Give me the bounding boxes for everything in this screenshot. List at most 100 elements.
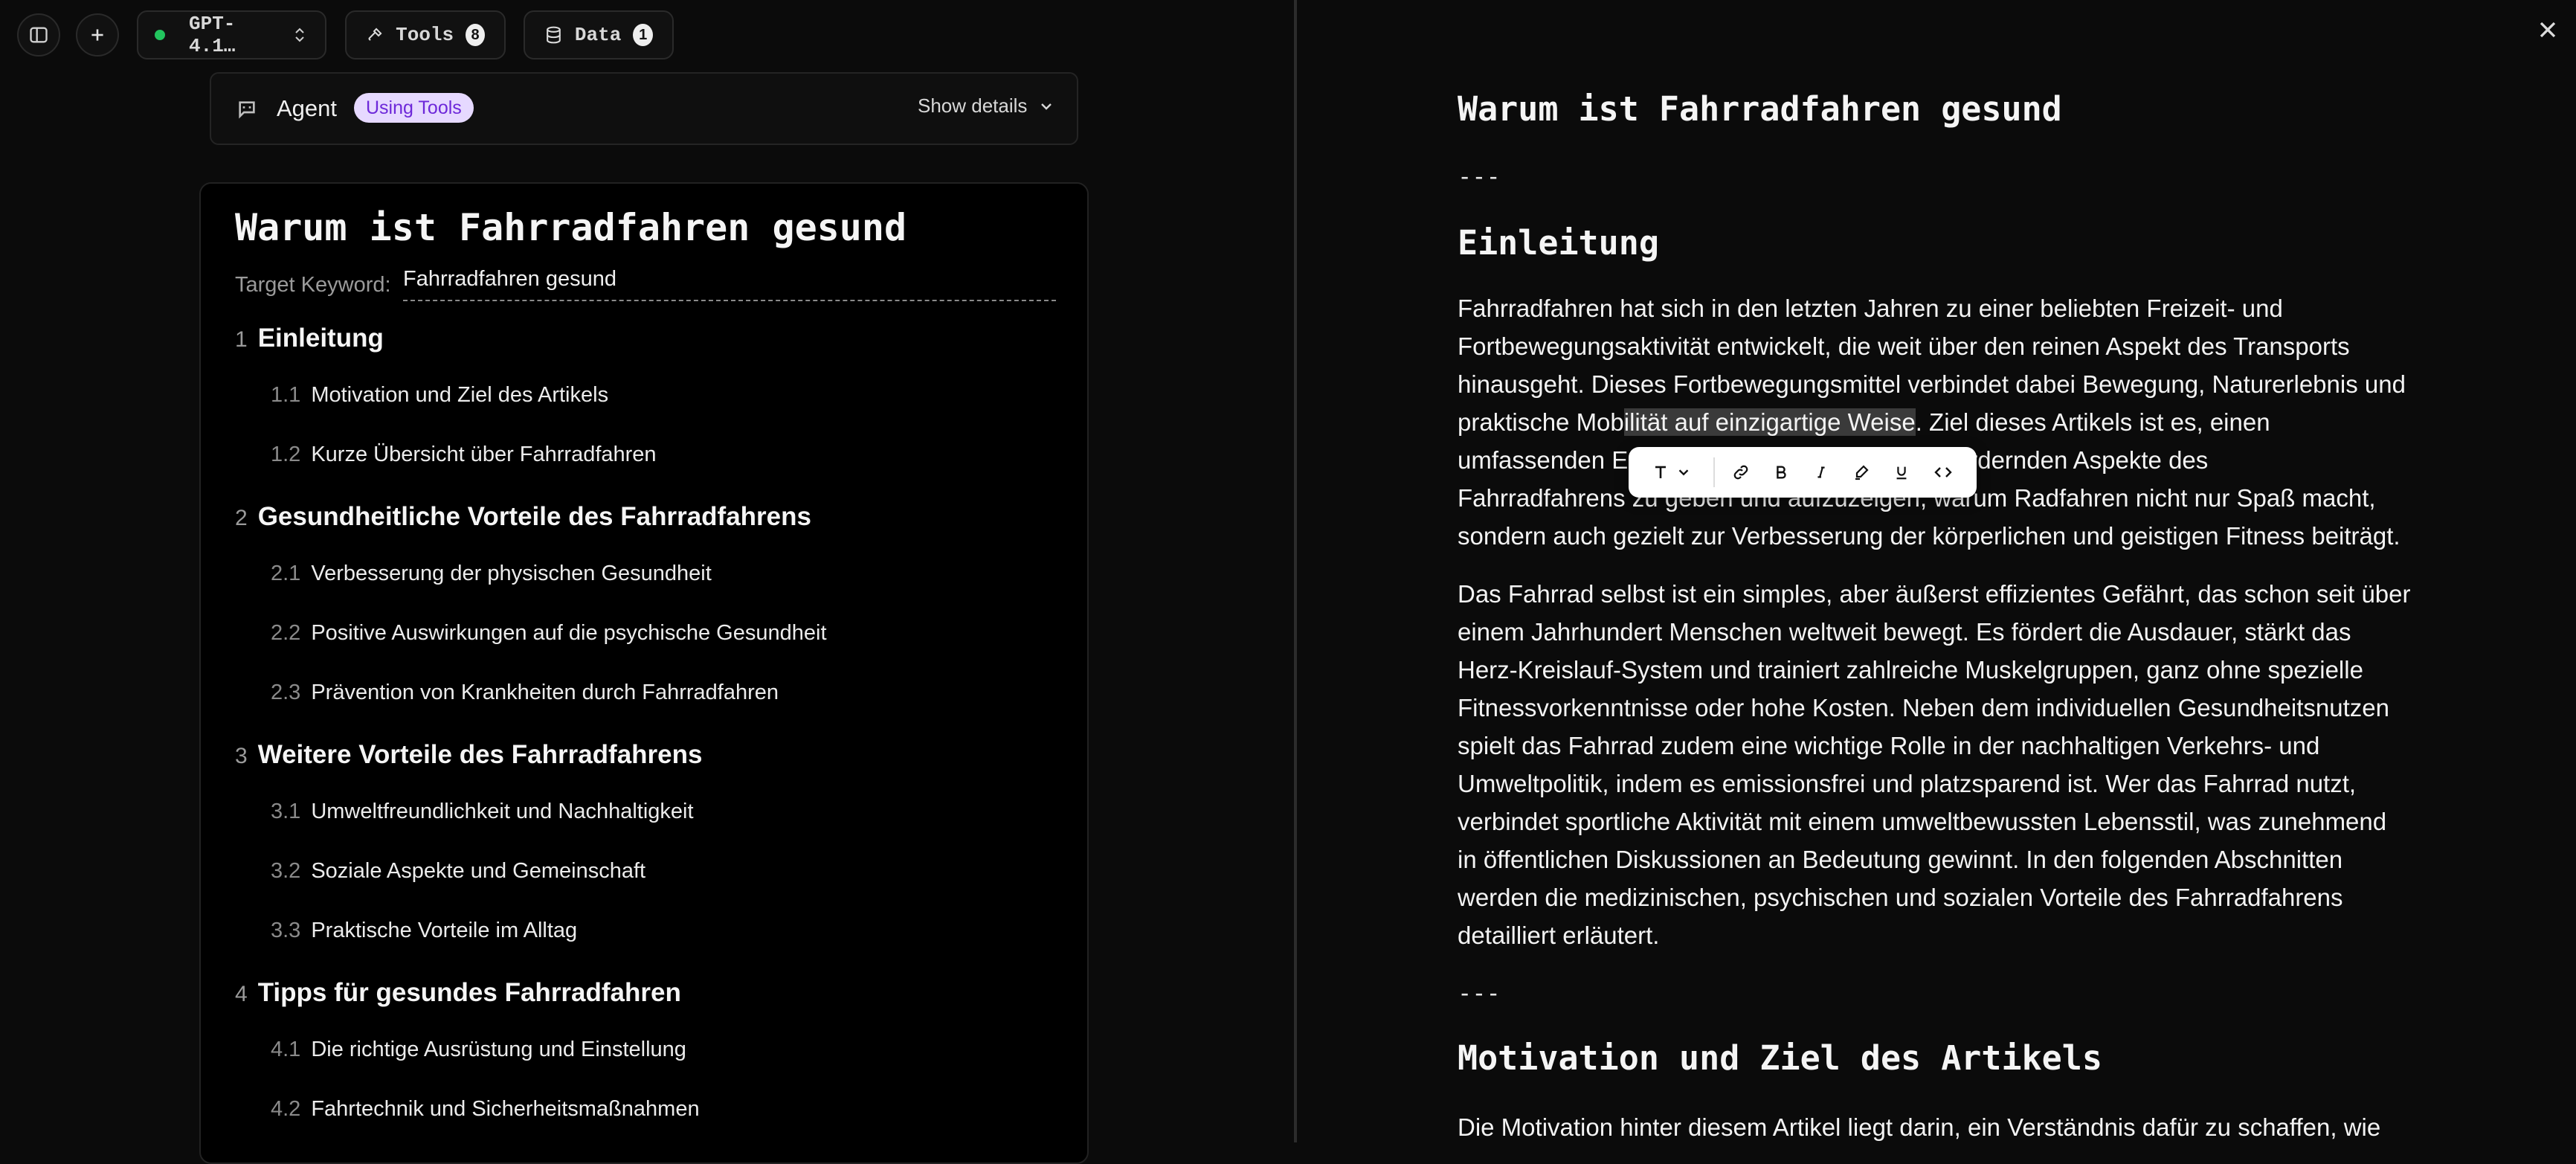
p1-line-2: Fortbewegungsaktivität entwickelt, die w…	[1458, 332, 2350, 360]
p1-line-4-before: praktische Mob	[1458, 408, 1624, 436]
separator: ---	[1458, 162, 1501, 190]
close-button[interactable]	[2534, 16, 2561, 43]
model-selector[interactable]: GPT-4.1…	[137, 10, 326, 60]
outline-label: Die richtige Ausrüstung und Einstellung	[311, 1038, 686, 1061]
outline-number: 1.1	[271, 383, 301, 407]
paragraph-3-line-1: Die Motivation hinter diesem Artikel lie…	[1458, 1113, 2381, 1141]
target-keyword-label: Target Keyword:	[235, 273, 391, 297]
p1-line-3: hinausgeht. Dieses Fortbewegungsmittel v…	[1458, 370, 2406, 398]
italic-button[interactable]	[1801, 447, 1841, 498]
outline-number: 4.2	[271, 1097, 301, 1121]
highlighter-icon	[1855, 465, 1869, 480]
code-icon	[1934, 467, 1952, 478]
tools-label: Tools	[396, 24, 454, 46]
outline-number: 2.3	[271, 681, 301, 704]
p1-line-1: Fahrradfahren hat sich in den letzten Ja…	[1458, 295, 2283, 322]
p2-line: einem Jahrhundert Menschen weltweit bewe…	[1458, 618, 2351, 646]
code-button[interactable]	[1922, 447, 1965, 498]
outline-label: Gesundheitliche Vorteile des Fahrradfahr…	[257, 502, 811, 531]
model-name: GPT-4.1…	[189, 13, 236, 57]
p2-line: detailliert erläutert.	[1458, 922, 1660, 949]
bold-button[interactable]	[1761, 447, 1801, 498]
chevron-down-icon	[1678, 469, 1689, 476]
outline-card: Warum ist Fahrradfahren gesund Target Ke…	[199, 182, 1089, 1164]
outline-number: 3.2	[271, 859, 301, 883]
bold-icon	[1777, 466, 1786, 479]
article-title: Warum ist Fahrradfahren gesund	[1458, 89, 2062, 129]
p2-line: in öffentlichen Diskussionen an Bedeutun…	[1458, 846, 2343, 873]
close-icon	[2540, 22, 2556, 38]
p1-line-4-after: . Ziel dieses Artikels ist es, einen	[1915, 408, 2270, 436]
data-count-badge: 1	[633, 24, 653, 46]
panel-divider[interactable]	[1294, 0, 1297, 1142]
outline-subsection[interactable]: 3.3 Praktische Vorteile im Alltag	[271, 919, 577, 943]
outline-subsection[interactable]: 1.1 Motivation und Ziel des Artikels	[271, 383, 608, 408]
p1-line-7: sondern auch gezielt zur Verbesserung de…	[1458, 522, 2400, 550]
p2-line: Umweltpolitik, indem es emissionsfrei un…	[1458, 770, 2357, 797]
section-heading-motivation: Motivation und Ziel des Artikels	[1458, 1038, 2102, 1078]
tools-button[interactable]: Tools 8	[345, 10, 506, 60]
outline-subsection[interactable]: 1.2 Kurze Übersicht über Fahrradfahren	[271, 443, 657, 467]
p2-line: werden die medizinischen, psychischen un…	[1458, 884, 2343, 911]
p2-line: Das Fahrrad selbst ist ein simples, aber…	[1458, 580, 2411, 608]
outline-label: Fahrtechnik und Sicherheitsmaßnahmen	[311, 1097, 700, 1121]
tools-count-badge: 8	[466, 24, 485, 46]
outline-number: 2.2	[271, 621, 301, 645]
agent-status-badge: Using Tools	[354, 93, 474, 123]
toggle-sidebar-button[interactable]	[17, 13, 60, 57]
selected-text[interactable]: ilität auf einzigartige Weise	[1623, 408, 1916, 436]
hammer-icon	[368, 28, 382, 41]
section-heading-einleitung: Einleitung	[1458, 223, 1659, 263]
link-icon	[1733, 465, 1748, 480]
italic-icon	[1817, 466, 1825, 478]
outline-section[interactable]: 2 Gesundheitliche Vorteile des Fahrradfah…	[235, 502, 811, 532]
outline-label: Verbesserung der physischen Gesundheit	[311, 562, 712, 585]
show-details-button[interactable]: Show details	[918, 94, 1055, 118]
outline-subsection[interactable]: 2.2 Positive Auswirkungen auf die psychis…	[271, 621, 827, 646]
outline-label: Prävention von Krankheiten durch Fahrrad…	[311, 681, 779, 704]
outline-number: 3.1	[271, 800, 301, 823]
p2-line: Herz-Kreislauf-System und trainiert zahl…	[1458, 656, 2363, 684]
outline-number: 2	[235, 506, 248, 530]
outline-label: Weitere Vorteile des Fahrradfahrens	[257, 740, 703, 769]
outline-number: 4.1	[271, 1038, 301, 1061]
format-toolbar	[1629, 447, 1977, 498]
target-keyword-input[interactable]: Fahrradfahren gesund	[403, 267, 1056, 301]
outline-label: Positive Auswirkungen auf die psychische…	[311, 621, 827, 645]
outline-label: Einleitung	[257, 324, 384, 353]
toolbar-divider	[1713, 457, 1715, 487]
p1-line-5-a: umfassenden E	[1458, 446, 1629, 474]
outline-label: Umweltfreundlichkeit und Nachhaltigkeit	[311, 800, 694, 823]
text-style-icon	[1655, 466, 1666, 478]
data-button[interactable]: Data 1	[524, 10, 674, 60]
data-label: Data	[574, 24, 622, 46]
paragraph-1: Fahrradfahren hat sich in den letzten Ja…	[1458, 289, 2424, 555]
outline-label: Tipps für gesundes Fahrradfahren	[257, 978, 681, 1007]
outline-subsection[interactable]: 4.2 Fahrtechnik und Sicherheitsmaßnahmen	[271, 1097, 700, 1122]
outline-label: Praktische Vorteile im Alltag	[311, 919, 578, 942]
outline-section[interactable]: 4 Tipps für gesundes Fahrradfahren	[235, 978, 681, 1008]
outline-subsection[interactable]: 3.2 Soziale Aspekte und Gemeinschaft	[271, 859, 645, 884]
underline-icon	[1896, 466, 1907, 480]
outline-label: Kurze Übersicht über Fahrradfahren	[311, 443, 657, 466]
outline-subsection[interactable]: 2.3 Prävention von Krankheiten durch Fahr…	[271, 681, 779, 705]
new-chat-button[interactable]	[76, 13, 119, 57]
outline-subsection[interactable]: 4.1 Die richtige Ausrüstung und Einstellu…	[271, 1038, 686, 1062]
underline-button[interactable]	[1881, 447, 1922, 498]
outline-subsection[interactable]: 2.1 Verbesserung der physischen Gesundhei…	[271, 562, 712, 586]
paragraph-2: Das Fahrrad selbst ist ein simples, aber…	[1458, 575, 2424, 954]
agent-status-card: Agent Using Tools Show details	[210, 72, 1078, 145]
outline-section[interactable]: 1 Einleitung	[235, 324, 384, 353]
outline-number: 2.1	[271, 562, 301, 585]
target-keyword-value: Fahrradfahren gesund	[403, 267, 616, 291]
outline-subsection[interactable]: 3.1 Umweltfreundlichkeit und Nachhaltigke…	[271, 800, 694, 824]
separator-2: ---	[1458, 979, 1501, 1007]
outline-section[interactable]: 3 Weitere Vorteile des Fahrradfahrens	[235, 740, 703, 770]
article-editor[interactable]: Warum ist Fahrradfahren gesund --- Einle…	[1458, 0, 2424, 1142]
database-icon	[547, 26, 561, 44]
highlight-button[interactable]	[1841, 447, 1881, 498]
agent-chat-icon	[239, 101, 255, 119]
link-button[interactable]	[1721, 447, 1761, 498]
text-style-dropdown[interactable]	[1629, 447, 1707, 498]
outline-number: 3	[235, 744, 248, 768]
